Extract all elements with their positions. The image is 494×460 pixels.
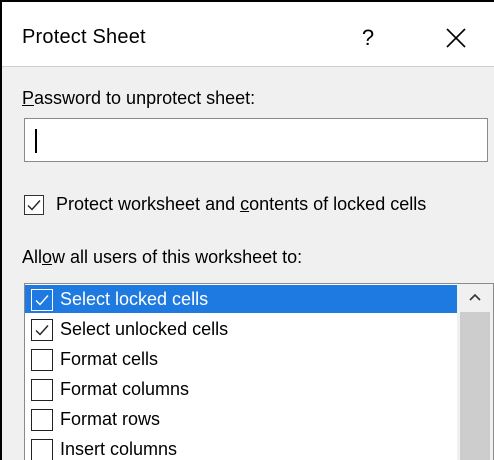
list-item-format-columns[interactable]: Format columns: [25, 375, 457, 403]
list-scrollbar[interactable]: [457, 284, 493, 460]
list-item-label: Select locked cells: [60, 289, 209, 309]
list-item-label: Format rows: [60, 409, 161, 429]
list-item-insert-columns[interactable]: Insert columns: [25, 435, 457, 460]
checkmark-icon: [35, 295, 49, 306]
checkmark-icon: [27, 200, 41, 211]
list-item-label: Insert columns: [60, 439, 178, 459]
list-item-label: Format cells: [60, 349, 159, 369]
protect-contents-label[interactable]: Protect worksheet and contents of locked…: [56, 194, 426, 215]
help-button[interactable]: ?: [354, 22, 382, 54]
protect-contents-checkbox[interactable]: [24, 195, 44, 215]
list-item-format-rows[interactable]: Format rows: [25, 405, 457, 433]
password-label: Password to unprotect sheet:: [22, 88, 256, 108]
list-item-format-cells[interactable]: Format cells: [25, 345, 457, 373]
chevron-up-icon: [469, 293, 481, 301]
list-item-checkbox[interactable]: [31, 409, 53, 431]
close-button[interactable]: [440, 22, 472, 54]
list-item-select-locked-cells[interactable]: Select locked cells: [25, 285, 457, 313]
password-input[interactable]: [24, 118, 488, 162]
close-icon: [446, 28, 466, 48]
checkmark-icon: [35, 325, 49, 336]
text-caret: [35, 129, 37, 153]
scrollbar-thumb[interactable]: [460, 312, 490, 460]
list-item-checkbox[interactable]: [31, 439, 53, 460]
list-item-label: Select unlocked cells: [60, 319, 229, 339]
title-bar: Protect Sheet ?: [2, 2, 494, 67]
list-item-select-unlocked-cells[interactable]: Select unlocked cells: [25, 315, 457, 343]
list-item-checkbox[interactable]: [31, 319, 53, 341]
list-item-checkbox[interactable]: [31, 379, 53, 401]
dialog-title: Protect Sheet: [22, 26, 146, 48]
allow-users-label: Allow all users of this worksheet to:: [22, 247, 303, 267]
permissions-list[interactable]: Select locked cells Select unlocked cell…: [24, 283, 494, 460]
list-item-label: Format columns: [60, 379, 190, 399]
protect-sheet-dialog: Protect Sheet ? Password to unprotect sh…: [0, 0, 494, 460]
list-item-checkbox[interactable]: [31, 349, 53, 371]
scroll-up-button[interactable]: [457, 284, 493, 312]
list-item-checkbox[interactable]: [31, 289, 53, 311]
